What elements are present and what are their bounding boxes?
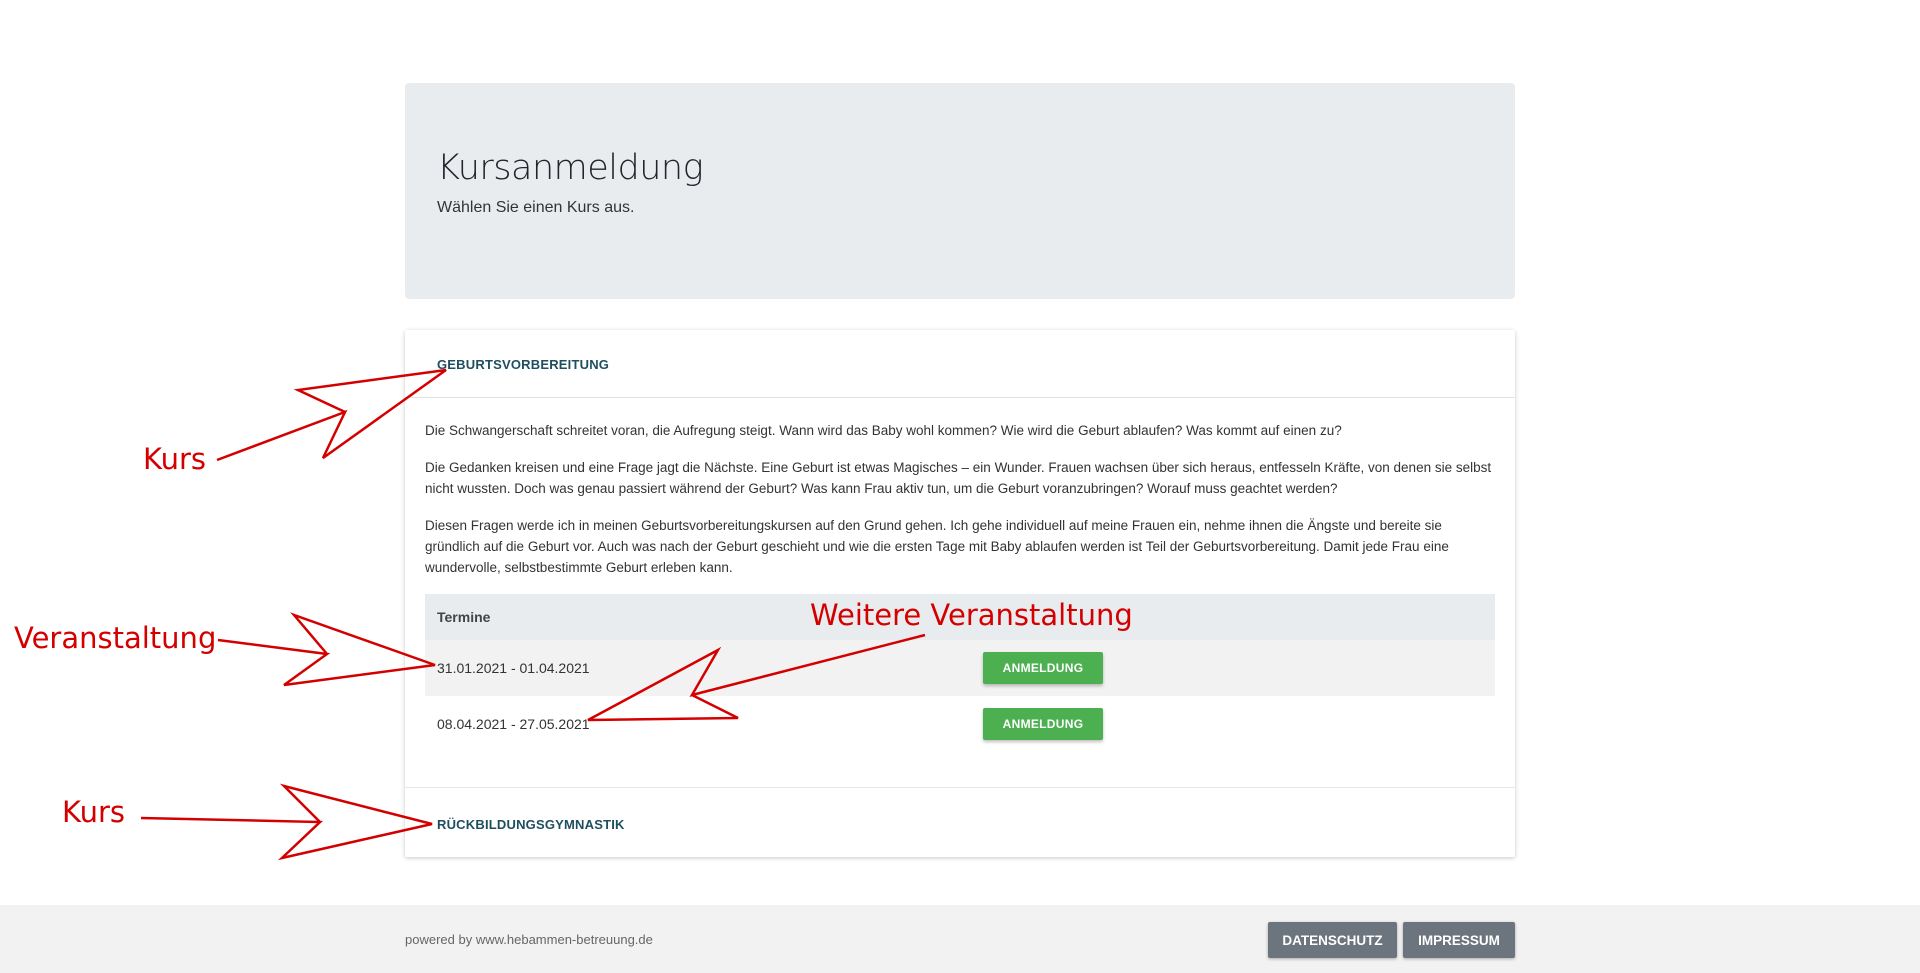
page-subtitle: Wählen Sie einen Kurs aus.	[437, 199, 635, 216]
course-title[interactable]: GEBURTSVORBEREITUNG	[437, 357, 609, 372]
footer: powered by www.hebammen-betreuung.de DAT…	[0, 905, 1920, 973]
table-row: 08.04.2021 - 27.05.2021 ANMELDUNG	[425, 696, 1495, 752]
annotation-label: Veranstaltung	[14, 621, 217, 655]
course-header-rueckbildung[interactable]: RÜCKBILDUNGSGYMNASTIK	[405, 787, 1515, 857]
date-range: 08.04.2021 - 27.05.2021	[437, 715, 590, 732]
imprint-button[interactable]: IMPRESSUM	[1403, 922, 1515, 958]
annotation-arrow	[140, 783, 433, 861]
page-title: Kursanmeldung	[437, 148, 704, 188]
annotation-arrow	[217, 612, 436, 687]
privacy-button[interactable]: DATENSCHUTZ	[1268, 922, 1397, 958]
annotation-label: Weitere Veranstaltung	[810, 598, 1133, 632]
table-row: 31.01.2021 - 01.04.2021 ANMELDUNG	[425, 640, 1495, 696]
annotation-label: Kurs	[62, 795, 125, 829]
register-button[interactable]: ANMELDUNG	[983, 652, 1103, 684]
powered-by-text: powered by www.hebammen-betreuung.de	[405, 932, 653, 947]
date-range: 31.01.2021 - 01.04.2021	[425, 640, 971, 696]
annotation-label: Kurs	[143, 442, 206, 476]
course-header-geburtsvorbereitung[interactable]: GEBURTSVORBEREITUNG	[405, 330, 1515, 398]
course-paragraph: Die Gedanken kreisen und eine Frage jagt…	[425, 460, 1492, 496]
course-title[interactable]: RÜCKBILDUNGSGYMNASTIK	[437, 817, 625, 832]
page-header: Kursanmeldung Wählen Sie einen Kurs aus.	[405, 83, 1515, 299]
course-list: GEBURTSVORBEREITUNG Die Schwangerschaft …	[405, 330, 1515, 857]
register-button[interactable]: ANMELDUNG	[983, 708, 1103, 740]
course-paragraph: Die Schwangerschaft schreitet voran, die…	[425, 423, 1342, 438]
course-description: Die Schwangerschaft schreitet voran, die…	[405, 398, 1515, 752]
course-paragraph: Diesen Fragen werde ich in meinen Geburt…	[425, 518, 1449, 575]
